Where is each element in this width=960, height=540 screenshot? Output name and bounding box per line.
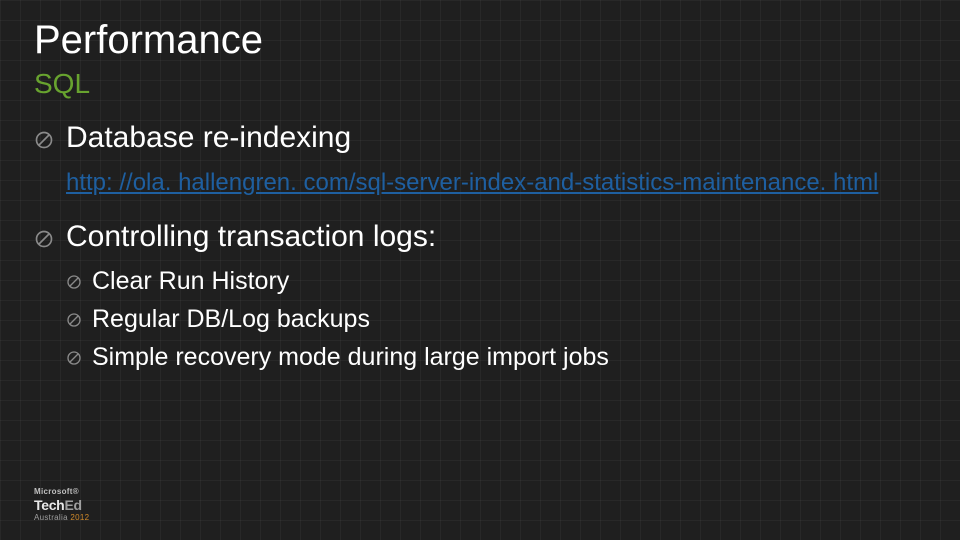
logo-microsoft-text: Microsoft® bbox=[34, 487, 89, 496]
prohibit-icon bbox=[34, 229, 54, 249]
logo-australia: Australia 2012 bbox=[34, 513, 89, 522]
prohibit-icon bbox=[34, 130, 54, 150]
link-block: http: //ola. hallengren. com/sql-server-… bbox=[66, 167, 886, 199]
slide: Performance SQL Database re-indexing htt… bbox=[0, 0, 960, 540]
bullet-item-db-reindexing: Database re-indexing bbox=[34, 118, 926, 159]
bullet-label: Database re-indexing bbox=[66, 118, 351, 159]
logo-year: 2012 bbox=[70, 513, 89, 522]
maintenance-link[interactable]: http: //ola. hallengren. com/sql-server-… bbox=[66, 169, 878, 196]
sub-bullet-list: Clear Run History Regular DB/Log backups… bbox=[66, 265, 926, 374]
sub-bullet-label: Clear Run History bbox=[92, 265, 289, 299]
sub-bullet-clear-history: Clear Run History bbox=[66, 265, 926, 299]
sub-bullet-label: Simple recovery mode during large import… bbox=[92, 341, 609, 375]
footer-logo: Microsoft® TechEd Australia 2012 bbox=[34, 487, 89, 522]
prohibit-icon bbox=[66, 274, 82, 290]
bullet-label: Controlling transaction logs: bbox=[66, 217, 436, 258]
slide-title: Performance bbox=[34, 18, 263, 63]
prohibit-icon bbox=[66, 312, 82, 328]
logo-ed-part: Ed bbox=[64, 497, 81, 513]
slide-subtitle: SQL bbox=[34, 68, 90, 100]
bullet-item-transaction-logs: Controlling transaction logs: bbox=[34, 217, 926, 258]
prohibit-icon bbox=[66, 350, 82, 366]
sub-bullet-label: Regular DB/Log backups bbox=[92, 303, 370, 337]
logo-country: Australia bbox=[34, 513, 70, 522]
sub-bullet-recovery-mode: Simple recovery mode during large import… bbox=[66, 341, 926, 375]
logo-tech-part: Tech bbox=[34, 497, 64, 513]
logo-teched: TechEd bbox=[34, 497, 89, 513]
sub-bullet-backups: Regular DB/Log backups bbox=[66, 303, 926, 337]
slide-content: Database re-indexing http: //ola. hallen… bbox=[34, 118, 926, 379]
